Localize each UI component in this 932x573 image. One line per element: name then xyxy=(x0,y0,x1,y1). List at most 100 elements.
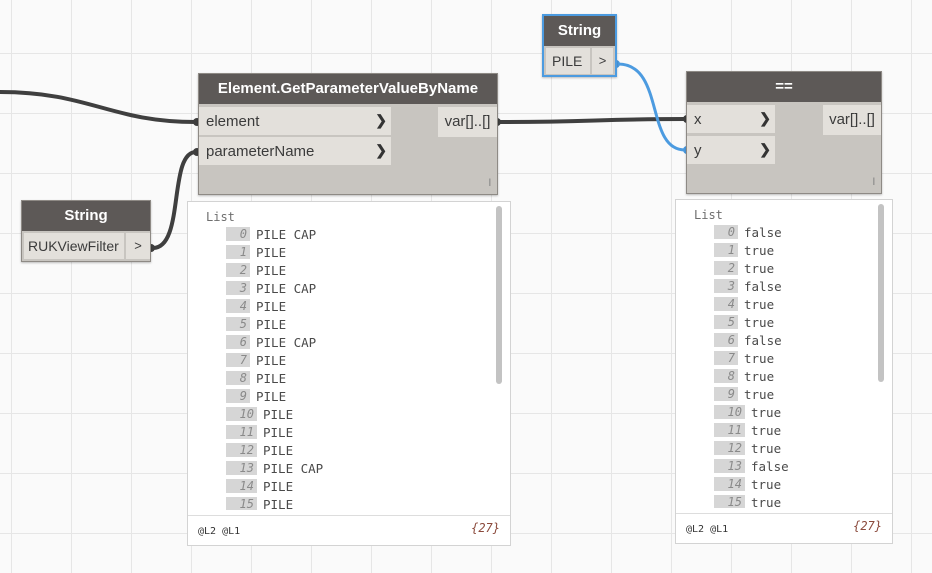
list-value: PILE CAP xyxy=(256,227,317,242)
list-value: PILE xyxy=(256,299,287,314)
list-rows[interactable]: 0 false 1 true 2 true 3 false 4 true 5 true 6f… xyxy=(676,224,892,508)
list-item: 2 true xyxy=(714,260,774,278)
list-value: PILE xyxy=(256,389,287,404)
list-levels[interactable]: @L2 @L1 xyxy=(198,526,240,537)
list-item: 5 PILE xyxy=(226,316,286,334)
list-index: 8 xyxy=(226,371,250,385)
list-value: PILE xyxy=(263,425,294,440)
node-title[interactable]: String xyxy=(544,16,615,46)
preview-bubble-equals[interactable]: List 0 false 1 true 2 true 3 false 4 true 5 tr… xyxy=(675,199,893,544)
list-item: 11 PILE xyxy=(226,424,293,442)
list-item: 15 PILE xyxy=(226,496,293,510)
list-item: 0 false xyxy=(714,224,782,242)
list-value: true xyxy=(744,351,775,366)
list-index: 15 xyxy=(714,495,745,508)
lacing-indicator[interactable]: l xyxy=(873,177,875,188)
list-index: 1 xyxy=(226,245,250,259)
node-get-parameter-value-by-name[interactable]: Element.GetParameterValueByName element … xyxy=(198,73,498,195)
list-index: 4 xyxy=(226,299,250,313)
list-count: {27} xyxy=(853,519,882,533)
list-index: 9 xyxy=(714,387,738,401)
list-value: true xyxy=(751,495,782,508)
list-index: 10 xyxy=(226,407,257,421)
node-equals[interactable]: == x ❯ y ❯ var[]..[] l xyxy=(686,71,882,194)
list-item: 14 true xyxy=(714,476,781,494)
list-item: 9 PILE xyxy=(226,388,286,406)
list-item: 2 PILE xyxy=(226,262,286,280)
list-value: PILE xyxy=(256,263,287,278)
list-value: PILE xyxy=(263,407,294,422)
list-item: 3 false xyxy=(714,278,782,296)
input-port-parametername[interactable]: parameterName ❯ xyxy=(199,137,391,165)
output-port-string[interactable]: > xyxy=(126,233,150,259)
wire-element-input[interactable] xyxy=(0,90,197,124)
chevron-right-icon: ❯ xyxy=(375,112,387,128)
chevron-right-icon: ❯ xyxy=(759,141,771,157)
list-value: PILE xyxy=(256,245,287,260)
port-label: parameterName xyxy=(206,143,315,160)
output-port-var[interactable]: var[]..[] xyxy=(823,105,881,135)
node-title[interactable]: String xyxy=(22,201,150,231)
list-value: PILE CAP xyxy=(256,281,317,296)
list-value: PILE xyxy=(263,497,294,510)
list-rows[interactable]: 0 PILE CAP 1 PILE 2 PILE 3 PILE CAP 4 PILE 5P… xyxy=(188,226,510,510)
input-port-element[interactable]: element ❯ xyxy=(199,107,391,135)
scrollbar-thumb[interactable] xyxy=(878,204,884,382)
list-item: 10 PILE xyxy=(226,406,293,424)
chevron-right-icon: ❯ xyxy=(759,110,771,126)
scrollbar-thumb[interactable] xyxy=(496,206,502,384)
list-index: 11 xyxy=(226,425,257,439)
node-title[interactable]: Element.GetParameterValueByName xyxy=(199,74,497,104)
node-string-pile[interactable]: String PILE > xyxy=(542,14,617,77)
output-port-string[interactable]: > xyxy=(592,48,613,74)
list-value: true xyxy=(751,423,782,438)
list-value: false xyxy=(744,279,782,294)
input-port-x[interactable]: x ❯ xyxy=(687,105,775,133)
list-value: PILE xyxy=(256,317,287,332)
list-value: true xyxy=(744,315,775,330)
list-item: 11 true xyxy=(714,422,781,440)
list-value: PILE xyxy=(263,479,294,494)
preview-bubble-getparameter[interactable]: List 0 PILE CAP 1 PILE 2 PILE 3 PILE CAP 4 PI… xyxy=(187,201,511,546)
list-index: 1 xyxy=(714,243,738,257)
wire-pile-to-y[interactable] xyxy=(617,62,686,152)
output-port-var[interactable]: var[]..[] xyxy=(438,107,497,137)
list-value: PILE xyxy=(263,443,294,458)
list-item: 4 true xyxy=(714,296,774,314)
input-port-y[interactable]: y ❯ xyxy=(687,136,775,164)
list-item: 12 true xyxy=(714,440,781,458)
list-index: 6 xyxy=(226,335,250,349)
port-label: y xyxy=(694,142,702,159)
list-index: 13 xyxy=(714,459,745,473)
list-value: true xyxy=(744,369,775,384)
list-value: true xyxy=(751,441,782,456)
list-index: 2 xyxy=(714,261,738,275)
list-index: 14 xyxy=(714,477,745,491)
list-index: 3 xyxy=(226,281,250,295)
list-index: 5 xyxy=(714,315,738,329)
port-label: element xyxy=(206,113,260,130)
list-index: 12 xyxy=(714,441,745,455)
list-index: 13 xyxy=(226,461,257,475)
list-value: true xyxy=(751,477,782,492)
list-value: true xyxy=(751,405,782,420)
preview-footer: @L2 @L1 {27} xyxy=(676,513,892,543)
string-value-field[interactable]: PILE xyxy=(546,48,590,74)
string-value-field[interactable]: RUKViewFilter xyxy=(24,233,124,259)
node-title[interactable]: == xyxy=(687,72,881,102)
list-item: 10 true xyxy=(714,404,781,422)
list-index: 6 xyxy=(714,333,738,347)
lacing-indicator[interactable]: l xyxy=(489,178,491,189)
list-value: false xyxy=(744,333,782,348)
list-levels[interactable]: @L2 @L1 xyxy=(686,524,728,535)
list-index: 3 xyxy=(714,279,738,293)
list-item: 14 PILE xyxy=(226,478,293,496)
list-item: 15 true xyxy=(714,494,781,508)
list-value: PILE CAP xyxy=(256,335,317,350)
list-index: 12 xyxy=(226,443,257,457)
node-string-rukviewfilter[interactable]: String RUKViewFilter > xyxy=(21,200,151,262)
list-value: PILE xyxy=(256,353,287,368)
list-index: 10 xyxy=(714,405,745,419)
list-item: 1 PILE xyxy=(226,244,286,262)
list-index: 0 xyxy=(226,227,250,241)
